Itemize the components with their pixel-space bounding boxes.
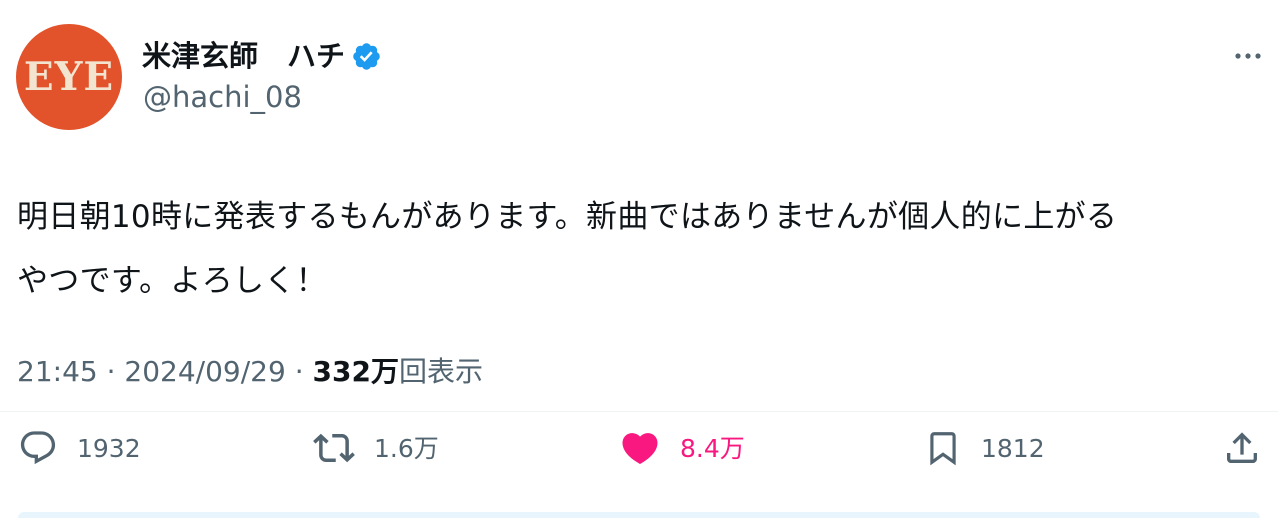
retweet-count: 1.6万 (374, 433, 439, 463)
divider (0, 411, 1278, 412)
share-button[interactable] (1222, 426, 1262, 470)
author-handle[interactable]: @hachi_08 (143, 80, 302, 115)
heart-icon (619, 427, 661, 469)
post-meta: 21:45 · 2024/09/29 · 332万回表示 (17, 352, 483, 392)
meta-separator: · (106, 355, 116, 388)
author-display-name[interactable]: 米津玄師 ハチ (142, 41, 345, 71)
retweet-icon (313, 427, 355, 469)
post: EYE 米津玄師 ハチ @hachi_08 明日朝10時に発表するもんがあります… (0, 0, 1278, 518)
bookmark-icon (924, 428, 962, 468)
reply-icon (18, 428, 58, 468)
verified-badge-icon[interactable] (351, 41, 382, 72)
post-text-line: やつです。よろしく！ (17, 263, 327, 299)
post-text: 明日朝10時に発表するもんがあります。新曲ではありませんが個人的に上がる やつで… (17, 185, 1267, 313)
bookmark-count: 1812 (981, 433, 1045, 463)
post-date[interactable]: 2024/09/29 (124, 355, 285, 388)
reply-button[interactable]: 1932 (18, 426, 141, 470)
reply-count: 1932 (77, 433, 141, 463)
views-label: 回表示 (398, 355, 483, 388)
post-time[interactable]: 21:45 (17, 355, 98, 388)
bookmark-button[interactable]: 1812 (924, 426, 1045, 470)
avatar[interactable]: EYE (16, 24, 122, 130)
post-text-line: 明日朝10時に発表するもんがあります。新曲ではありませんが個人的に上がる (17, 199, 1118, 235)
more-icon (1235, 53, 1261, 59)
author-name-row: 米津玄師 ハチ (142, 36, 382, 76)
avatar-logo-text: EYE (23, 53, 115, 100)
meta-separator: · (294, 355, 304, 388)
retweet-button[interactable]: 1.6万 (313, 426, 439, 470)
views-count[interactable]: 332万 (313, 355, 399, 388)
like-count: 8.4万 (680, 433, 745, 463)
like-button[interactable]: 8.4万 (619, 426, 745, 470)
more-options-button[interactable] (1228, 44, 1268, 68)
share-icon (1222, 428, 1262, 468)
reply-composer-edge (18, 512, 1260, 518)
